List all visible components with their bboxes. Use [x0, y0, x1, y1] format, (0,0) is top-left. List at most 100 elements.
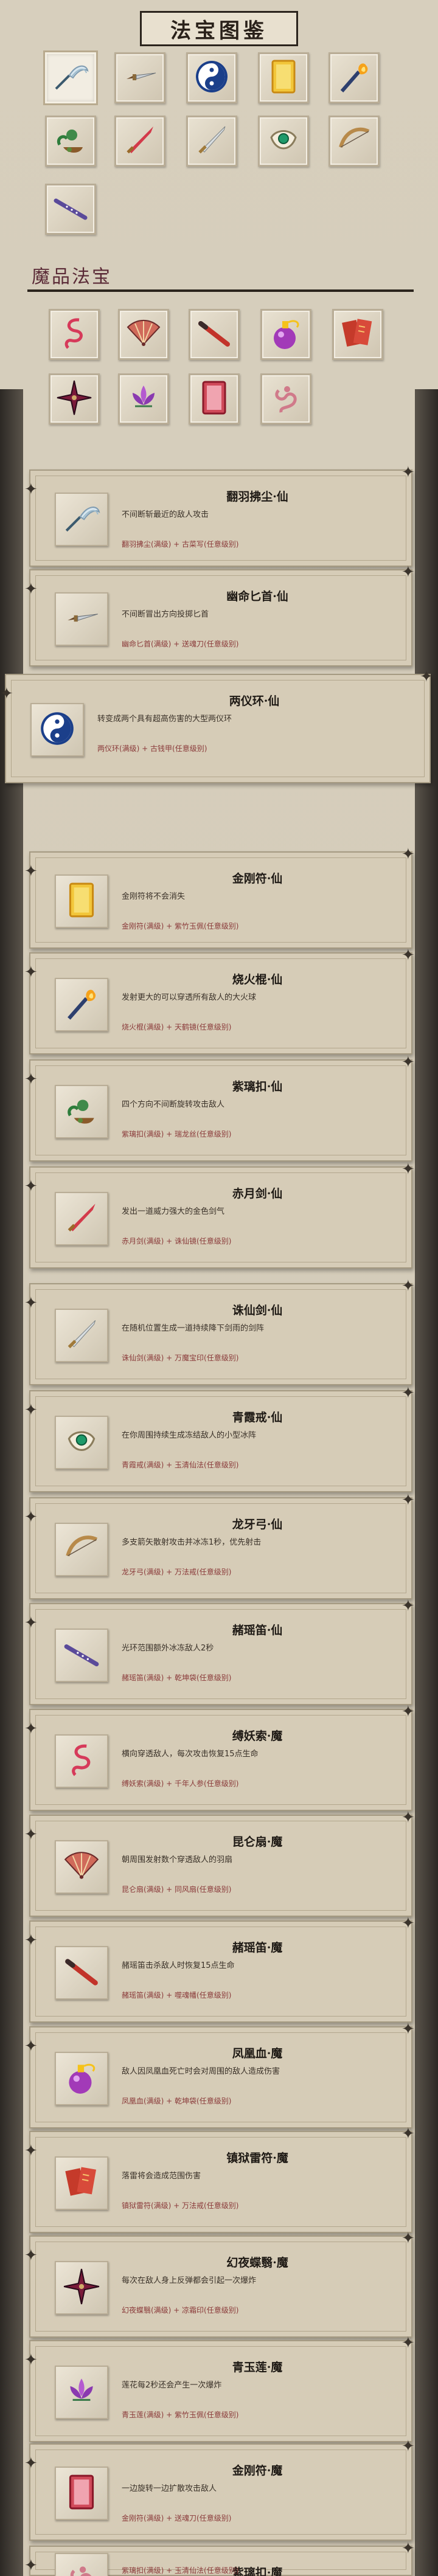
fan-icon: [124, 314, 163, 355]
fan-icon: [61, 1846, 102, 1888]
pin-icon: ✦: [420, 668, 433, 686]
pin-icon: ✦: [24, 1614, 38, 1632]
treasure-slot[interactable]: [49, 373, 100, 424]
card-icon-frame: [55, 874, 108, 928]
treasure-card[interactable]: ✦ ✦ 赭瑶笛·仙 光环范围额外冰冻敌人2秒 赭瑶笛(满级) + 乾坤袋(任意级别): [24, 1598, 415, 1705]
treasure-card[interactable]: ✦ ✦ 缚妖索·魔 横向穿透敌人，每次攻击恢复15点生命 缚妖索(满级) + 千年人参(…: [24, 1704, 415, 1811]
treasure-card[interactable]: ✦ ✦ 紫璃扣·仙 四个方向不间断旋转攻击敌人 紫璃扣(满级) + 瑞龙丝(任意级别): [24, 1054, 415, 1162]
card-recipe: 翻羽拂尘(满级) + 古菜写(任意级别): [122, 540, 239, 549]
rope-icon: [55, 314, 94, 355]
treasure-card[interactable]: ✦ ✦ 金刚符·魔 一边旋转一边扩散攻击敌人 金刚符(满级) + 送魂刀(任意级别): [24, 2439, 415, 2541]
card-icon-frame: [55, 1840, 108, 1894]
card-description: 一边旋转一边扩散攻击敌人: [122, 2484, 217, 2493]
card-recipe: 青霞戒(满级) + 玉清仙法(任意级别): [122, 1461, 239, 1469]
treasure-slot[interactable]: [114, 116, 165, 167]
treasure-card[interactable]: ✦ ✦ 龙牙弓·仙 多支箭矢散射攻击并冰冻1秒，优先射击 龙牙弓(满级) + 万法戒(任…: [24, 1492, 415, 1599]
treasure-card[interactable]: ✦✦紫璃扣·魔四向旋转攻击为八向攻击紫璃扣(满级) + 玉清仙法(任意级别): [24, 2541, 415, 2576]
pin-icon: ✦: [401, 2334, 415, 2352]
treasure-slot[interactable]: [45, 52, 96, 103]
treasure-slot[interactable]: [258, 116, 309, 167]
pin-icon: ✦: [24, 1070, 38, 1089]
treasure-card[interactable]: ✦ ✦ 凤凰血·魔 敌人因凤凰血死亡时会对周围的敌人造成伤害 凤凰血(满级) + 乾坤袋…: [24, 2021, 415, 2128]
pin-icon: ✦: [401, 1914, 415, 1933]
pin-icon: ✦: [24, 2351, 38, 2369]
shuriken-icon: [55, 378, 94, 420]
card-icon-frame: [55, 2156, 108, 2210]
treasure-card[interactable]: ✦ ✦ 青玉莲·魔 莲花每2秒还会产生一次爆炸 青玉莲(满级) + 紫竹玉佩(任意级别): [24, 2335, 415, 2442]
card-recipe: 赭瑶笛(满级) + 噬魂幡(任意级别): [122, 1991, 232, 2000]
card-name: 烧火棍·仙: [232, 973, 283, 986]
card-name: 缚妖索·魔: [232, 1729, 283, 1743]
treasure-card[interactable]: ✦ ✦ 幻夜蝶翳·魔 每次在敌人身上反弹都会引起一次爆炸 幻夜蝶翳(满级) + 凉霜印(…: [24, 2231, 415, 2338]
section-title: 魔品法宝: [32, 266, 112, 288]
pin-icon: ✦: [401, 1809, 415, 1827]
card-name: 赭瑶笛·魔: [232, 1941, 283, 1955]
card-icon-frame: [55, 1523, 108, 1576]
pin-icon: ✦: [401, 463, 415, 482]
treasure-slot[interactable]: [328, 116, 380, 167]
pin-icon: ✦: [24, 1401, 38, 1419]
card-recipe: 缚妖索(满级) + 千年人参(任意级别): [122, 1779, 239, 1788]
card-name: 赤月剑·仙: [232, 1187, 283, 1200]
treasure-card[interactable]: ✦ ✦ 金刚符·仙 金刚符将不会消失 金刚符(满级) + 紫竹玉佩(任意级别): [24, 847, 415, 949]
pin-icon: ✦: [401, 1703, 415, 1721]
pin-icon: ✦: [0, 685, 13, 703]
card-name: 赭瑶笛·仙: [232, 1624, 283, 1637]
pin-icon: ✦: [401, 1384, 415, 1402]
card-description: 四个方向不间断旋转攻击敌人: [122, 1100, 225, 1109]
treasure-card[interactable]: ✦ ✦ 翻羽拂尘·仙 不间断斩最近的敌人攻击 翻羽拂尘(满级) + 古菜写(任意级别): [24, 465, 415, 567]
treasure-card[interactable]: ✦ ✦ 镇狱雷符·魔 落雷将会造成范围伤害 镇狱雷符(满级) + 万法戒(任意级别): [24, 2126, 415, 2233]
treasure-card[interactable]: ✦ ✦ 赤月剑·仙 发出一道威力强大的金色剑气 赤月剑(满级) + 诛仙镜(任意级别): [24, 1162, 415, 1269]
pin-icon: ✦: [24, 480, 38, 499]
treasure-slot[interactable]: [45, 184, 96, 235]
section-divider: [27, 289, 414, 292]
card-name: 幽命匕首·仙: [226, 590, 288, 603]
treasure-slot[interactable]: [328, 52, 380, 103]
treasure-slot[interactable]: [45, 116, 96, 167]
pin-icon: ✦: [24, 2454, 38, 2473]
treasure-slot[interactable]: [49, 309, 100, 360]
treasure-card[interactable]: ✦ ✦ 两仪环·仙 转变成两个具有超高伤害的大型两仪环 两仪环(满级) + 古钱甲(任意…: [0, 669, 433, 783]
card-icon-frame: [55, 1309, 108, 1362]
card-recipe: 紫璃扣(满级) + 玉清仙法(任意级别): [122, 2566, 239, 2575]
pin-icon: ✦: [24, 1508, 38, 1526]
pin-icon: ✦: [24, 1294, 38, 1312]
treasure-card[interactable]: ✦ ✦ 诛仙剑·仙 在随机位置生成一道持续降下剑雨的剑阵 诛仙剑(满级) + 万魔宝印(…: [24, 1278, 415, 1385]
pin-icon: ✦: [24, 963, 38, 982]
treasure-slot[interactable]: [260, 373, 311, 424]
shuriken-icon: [61, 2266, 102, 2309]
treasure-slot[interactable]: [189, 373, 240, 424]
card-recipe: 幻夜蝶翳(满级) + 凉霜印(任意级别): [122, 2306, 239, 2315]
treasure-card[interactable]: ✦ ✦ 赭瑶笛·魔 赭瑶笛击杀敌人时恢复15点生命 赭瑶笛(满级) + 噬魂幡(任意级别…: [24, 1916, 415, 2023]
treasure-card[interactable]: ✦ ✦ 幽命匕首·仙 不间断冒出方向投掷匕首 幽命匕首(满级) + 送魂刀(任意级别): [24, 564, 415, 667]
card-recipe: 金刚符(满级) + 送魂刀(任意级别): [122, 2514, 232, 2522]
fire-torch-icon: [61, 983, 102, 1026]
treasure-slot[interactable]: [186, 52, 237, 103]
pin-icon: ✦: [401, 2125, 415, 2143]
card-description: 不间断斩最近的敌人攻击: [122, 510, 209, 519]
treasure-card[interactable]: ✦ ✦ 烧火棍·仙 发射更大的可以穿透所有敌人的大火球 烧火棍(满级) + 天鹤镜(任意…: [24, 947, 415, 1054]
treasure-card[interactable]: ✦ ✦ 昆仑扇·魔 朝周围发射数个穿透敌人的羽扇 昆仑扇(满级) + 同风扇(任意级别): [24, 1810, 415, 1917]
treasure-slot[interactable]: [186, 116, 237, 167]
pin-icon: ✦: [401, 1277, 415, 1295]
card-icon-frame: [55, 1192, 108, 1245]
treasure-slot[interactable]: [260, 309, 311, 360]
card-icon-frame: [55, 1416, 108, 1469]
whisk-icon: [51, 57, 90, 99]
treasure-slot[interactable]: [118, 373, 169, 424]
treasure-slot[interactable]: [118, 309, 169, 360]
card-name: 昆仑扇·魔: [232, 1835, 283, 1849]
green-ring-icon: [264, 120, 303, 162]
treasure-slot[interactable]: [332, 309, 383, 360]
red-flute-icon: [61, 1951, 102, 1994]
card-recipe: 两仪环(满级) + 古钱甲(任意级别): [97, 744, 207, 753]
purple-gourd-icon: [61, 2057, 102, 2100]
treasure-slot[interactable]: [114, 52, 165, 103]
card-icon-frame: [55, 2052, 108, 2105]
treasure-slot[interactable]: [258, 52, 309, 103]
treasure-card[interactable]: ✦ ✦ 青霞戒·仙 在你周围持续生成冻结敌人的小型冰阵 青霞戒(满级) + 玉清仙法(任…: [24, 1385, 415, 1492]
card-icon-frame: [55, 978, 108, 1031]
treasure-slot[interactable]: [189, 309, 240, 360]
card-name: 金刚符·仙: [232, 872, 283, 885]
talisman-icon: [61, 880, 102, 923]
